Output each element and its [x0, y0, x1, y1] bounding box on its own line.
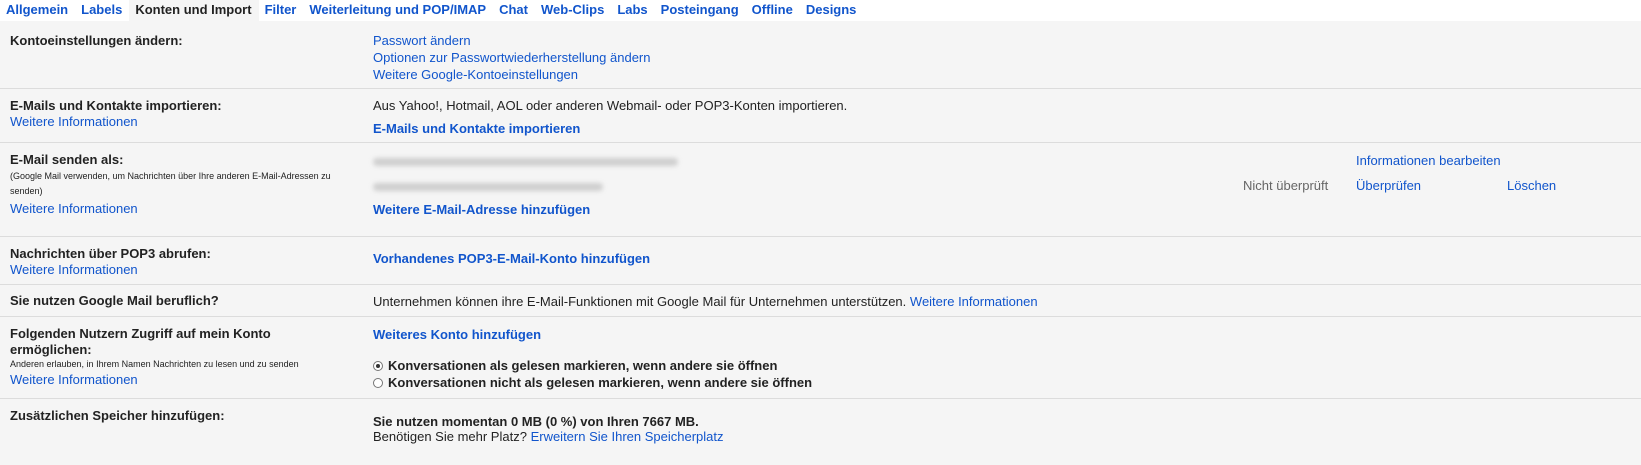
- tab-allgemein[interactable]: Allgemein: [0, 0, 75, 21]
- tab-web-clips[interactable]: Web-Clips: [535, 0, 611, 21]
- import-description: Aus Yahoo!, Hotmail, AOL oder anderen We…: [373, 98, 848, 113]
- mark-unread-radio[interactable]: [373, 378, 383, 388]
- tab-offline[interactable]: Offline: [746, 0, 800, 21]
- storage-row: Zusätzlichen Speicher hinzufügen: Sie nu…: [0, 399, 1641, 465]
- tab-labs[interactable]: Labs: [611, 0, 654, 21]
- storage-title: Zusätzlichen Speicher hinzufügen:: [10, 408, 225, 423]
- delegation-note: Anderen erlauben, in Ihrem Namen Nachric…: [10, 359, 299, 369]
- delegation-title: Folgenden Nutzern Zugriff auf mein Konto…: [10, 326, 271, 357]
- password-recovery-link[interactable]: Optionen zur Passwortwiederherstellung ä…: [373, 50, 651, 65]
- business-more-info-link[interactable]: Weitere Informationen: [910, 294, 1038, 309]
- add-account-link[interactable]: Weiteres Konto hinzufügen: [373, 327, 541, 342]
- change-password-link[interactable]: Passwort ändern: [373, 33, 471, 48]
- storage-usage: Sie nutzen momentan 0 MB (0 %) von Ihren…: [373, 414, 699, 429]
- send-as-row: E-Mail senden als: (Google Mail verwende…: [0, 143, 1641, 237]
- account-settings-row: Kontoeinstellungen ändern: Passwort ände…: [0, 21, 1641, 89]
- storage-question: Benötigen Sie mehr Platz?: [373, 429, 527, 444]
- edit-info-link[interactable]: Informationen bearbeiten: [1356, 153, 1501, 168]
- import-mail-contacts-link[interactable]: E-Mails und Kontakte importieren: [373, 121, 580, 136]
- send-as-title: E-Mail senden als:: [10, 152, 124, 167]
- delegation-more-info-link[interactable]: Weitere Informationen: [10, 372, 340, 387]
- tab-weiterleitung[interactable]: Weiterleitung und POP/IMAP: [303, 0, 493, 21]
- mark-read-radio[interactable]: [373, 361, 383, 371]
- pop3-row: Nachrichten über POP3 abrufen: Weitere I…: [0, 237, 1641, 285]
- blurred-address-1: [373, 158, 678, 166]
- expand-storage-link[interactable]: Erweitern Sie Ihren Speicherplatz: [531, 429, 724, 444]
- unverified-status: Nicht überprüft: [1243, 178, 1329, 193]
- account-settings-title: Kontoeinstellungen ändern:: [10, 33, 183, 48]
- delete-link[interactable]: Löschen: [1507, 178, 1556, 193]
- import-title: E-Mails und Kontakte importieren:: [10, 98, 222, 113]
- mark-read-label: Konversationen als gelesen markieren, we…: [388, 358, 778, 373]
- google-account-settings-link[interactable]: Weitere Google-Kontoeinstellungen: [373, 67, 578, 82]
- tab-posteingang[interactable]: Posteingang: [655, 0, 746, 21]
- pop3-more-info-link[interactable]: Weitere Informationen: [10, 262, 340, 277]
- mark-read-option[interactable]: Konversationen als gelesen markieren, we…: [373, 358, 777, 373]
- mark-unread-label: Konversationen nicht als gelesen markier…: [388, 375, 813, 390]
- blurred-address-2: [373, 183, 603, 191]
- send-as-more-info-link[interactable]: Weitere Informationen: [10, 201, 340, 216]
- add-email-address-link[interactable]: Weitere E-Mail-Adresse hinzufügen: [373, 202, 590, 217]
- settings-tabs: Allgemein Labels Konten und Import Filte…: [0, 0, 1641, 21]
- tab-labels[interactable]: Labels: [75, 0, 129, 21]
- verify-link[interactable]: Überprüfen: [1356, 178, 1421, 193]
- tab-filter[interactable]: Filter: [259, 0, 304, 21]
- send-as-note: (Google Mail verwenden, um Nachrichten ü…: [10, 171, 331, 196]
- mark-unread-option[interactable]: Konversationen nicht als gelesen markier…: [373, 375, 812, 390]
- tab-chat[interactable]: Chat: [493, 0, 535, 21]
- tab-konten-und-import[interactable]: Konten und Import: [129, 0, 259, 21]
- pop3-title: Nachrichten über POP3 abrufen:: [10, 246, 211, 261]
- business-row: Sie nutzen Google Mail beruflich? Untern…: [0, 285, 1641, 317]
- import-more-info-link[interactable]: Weitere Informationen: [10, 114, 340, 129]
- business-title: Sie nutzen Google Mail beruflich?: [10, 293, 219, 308]
- add-pop3-account-link[interactable]: Vorhandenes POP3-E-Mail-Konto hinzufügen: [373, 251, 650, 266]
- business-description: Unternehmen können ihre E-Mail-Funktione…: [373, 294, 1038, 309]
- import-row: E-Mails und Kontakte importieren: Weiter…: [0, 89, 1641, 143]
- storage-more-space: Benötigen Sie mehr Platz? Erweitern Sie …: [373, 429, 724, 444]
- delegation-row: Folgenden Nutzern Zugriff auf mein Konto…: [0, 317, 1641, 399]
- tab-designs[interactable]: Designs: [800, 0, 864, 21]
- business-description-text: Unternehmen können ihre E-Mail-Funktione…: [373, 294, 907, 309]
